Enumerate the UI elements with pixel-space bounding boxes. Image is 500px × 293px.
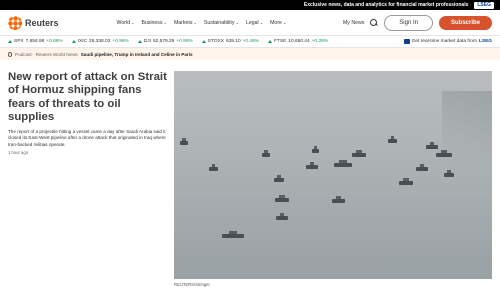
article-media: REUTERS/Stringer	[174, 71, 492, 287]
ticker-symbol: DJI	[143, 39, 151, 44]
nav-item-sustainability[interactable]: Sustainability	[204, 20, 239, 26]
realtime-text: Get real-time market data from	[411, 39, 477, 44]
nav-item-more[interactable]: More	[270, 20, 286, 26]
top-promo-bar: Exclusive news, data and analytics for f…	[0, 0, 500, 10]
nav-menu: World Business Markets Sustainability Le…	[117, 20, 287, 26]
nav-item-business[interactable]: Business	[141, 20, 167, 26]
ticker-change: +0.98%	[176, 39, 193, 44]
chart-icon	[403, 39, 410, 44]
ticker-change: +0.96%	[112, 39, 129, 44]
boat-shape	[275, 195, 289, 202]
boat-shape	[262, 150, 270, 157]
ticker-symbol: IXIC	[77, 39, 88, 44]
photo-caption: REUTERS/Stringer	[174, 282, 210, 287]
boat-shape	[276, 213, 288, 220]
ticker-item[interactable]: FTSE 10,650.44 +0.39%	[268, 39, 328, 44]
up-arrow-icon	[201, 40, 206, 43]
ticker-item[interactable]: IXIC 26,338.03 +0.96%	[71, 39, 129, 44]
article-text: New report of attack on Strait of Hormuz…	[8, 71, 168, 287]
ticker-symbol: FTSE	[274, 39, 287, 44]
ticker-change: +0.49%	[242, 39, 260, 44]
article-photo[interactable]	[174, 71, 492, 279]
ticker-value: 26,338.03	[89, 39, 111, 44]
ticker-symbol: SPX	[14, 39, 24, 44]
ticker-value: 52,579.29	[153, 39, 175, 44]
article-timestamp: 1 hour ago	[8, 149, 29, 155]
article-headline[interactable]: New report of attack on Strait of Hormuz…	[8, 71, 168, 124]
ticker-symbol: STOXX	[207, 39, 224, 44]
microphone-icon	[8, 51, 12, 57]
podcast-bar[interactable]: Podcast · Reuters World News Saudi pipel…	[0, 48, 500, 60]
ticker-change: +0.39%	[311, 39, 329, 44]
podcast-prefix: Podcast · Reuters World News	[15, 51, 78, 57]
nav-item-legal[interactable]: Legal	[246, 20, 263, 26]
boat-shape	[222, 231, 244, 238]
main-navbar: Reuters World Business Markets Sustainab…	[0, 10, 500, 35]
article-summary: The report of a projectile hitting a ves…	[8, 129, 166, 147]
boat-shape	[416, 164, 428, 171]
logo-text: Reuters	[25, 17, 59, 28]
ticker-value: 639.10	[225, 39, 241, 44]
realtime-data-link[interactable]: Get real-time market data from LSEG	[403, 39, 492, 44]
ticker-item[interactable]: SPX 7,656.98 +0.86%	[8, 39, 63, 44]
ticker-item[interactable]: STOXX 639.10 +0.49%	[201, 39, 260, 44]
promo-text[interactable]: Exclusive news, data and analytics for f…	[304, 2, 469, 8]
realtime-brand: LSEG	[478, 39, 492, 44]
reuters-logo[interactable]: Reuters	[8, 15, 59, 30]
nav-item-world[interactable]: World	[117, 20, 135, 26]
boat-shape	[436, 150, 452, 157]
boat-shape	[444, 170, 454, 177]
ticker-change: +0.86%	[46, 39, 63, 44]
article-main: New report of attack on Strait of Hormuz…	[0, 60, 500, 287]
market-ticker: SPX 7,656.98 +0.86% IXIC 26,338.03 +0.96…	[0, 35, 500, 48]
boat-shape	[399, 178, 413, 185]
ticker-value: 7,656.98	[25, 39, 45, 44]
boat-shape	[334, 160, 352, 167]
up-arrow-icon	[71, 40, 76, 43]
boat-shape	[274, 175, 284, 182]
boat-shape	[352, 150, 366, 157]
coastline-shape	[442, 91, 492, 171]
subscribe-button[interactable]: Subscribe	[438, 15, 492, 30]
boat-shape	[209, 164, 218, 171]
sign-in-button[interactable]: Sign In	[384, 14, 433, 31]
boat-shape	[180, 138, 188, 145]
up-arrow-icon	[268, 40, 273, 43]
lseg-logo[interactable]: LSEG	[474, 1, 494, 9]
boat-shape	[306, 162, 318, 169]
boat-shape	[388, 136, 397, 143]
podcast-title[interactable]: Saudi pipeline, Trump in Ireland and Cel…	[81, 52, 193, 57]
boat-shape	[332, 196, 345, 203]
search-icon[interactable]	[370, 18, 378, 27]
my-news-link[interactable]: My News	[343, 20, 364, 26]
up-arrow-icon	[8, 40, 12, 43]
ticker-item[interactable]: DJI 52,579.29 +0.98%	[137, 39, 193, 44]
up-arrow-icon	[137, 40, 142, 43]
reuters-dots-icon	[8, 15, 22, 30]
nav-right: My News Sign In Subscribe	[343, 14, 492, 31]
boat-shape	[312, 146, 319, 153]
ticker-value: 10,650.44	[288, 39, 310, 44]
boat-shape	[426, 142, 438, 149]
nav-item-markets[interactable]: Markets	[174, 20, 197, 26]
